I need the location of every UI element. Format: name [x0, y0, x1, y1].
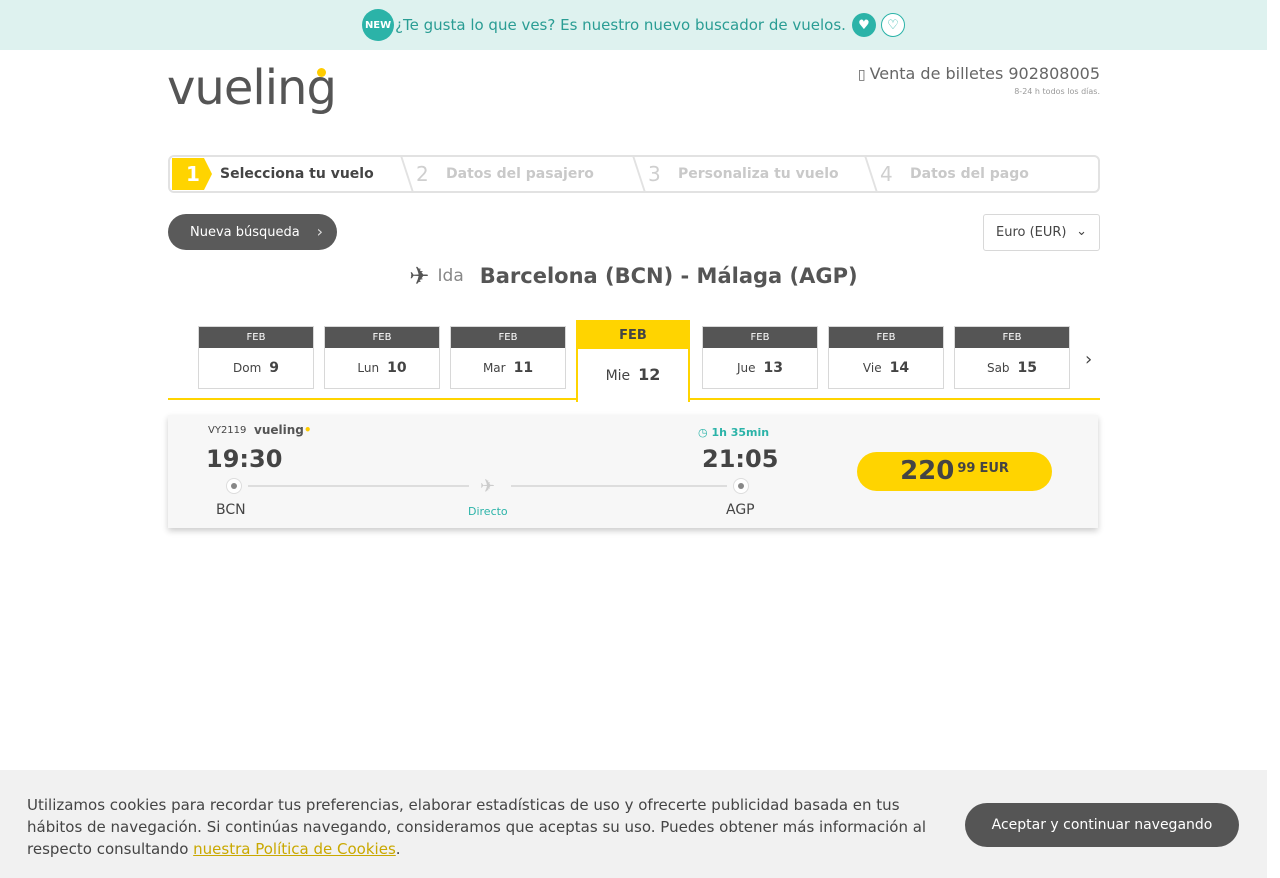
cookie-banner: Utilizamos cookies para recordar tus pre… [0, 770, 1267, 878]
plane-icon: ✈ [480, 476, 496, 497]
arrival-dot [733, 478, 749, 494]
step-1: 1 Selecciona tu vuelo [170, 157, 415, 191]
departure-dot [226, 478, 242, 494]
price-button[interactable]: 220 99 EUR [857, 452, 1052, 491]
step-2: 2 Datos del pasajero [402, 157, 647, 191]
direction-label: Ida [437, 266, 464, 286]
carrier-logo: vueling• [254, 423, 312, 437]
date-tab-selected[interactable]: FEB Mie 12 [576, 320, 690, 402]
flight-duration: ◷ 1h 35min [698, 426, 770, 439]
date-tab[interactable]: FEB Sab 15 [954, 326, 1070, 389]
route-text: Barcelona (BCN) - Málaga (AGP) [479, 264, 858, 288]
clock-icon: ◷ [698, 426, 712, 439]
chevron-right-icon: › [316, 222, 323, 241]
step-label: Datos del pago [910, 166, 1029, 182]
new-search-button[interactable]: Nueva búsqueda › [168, 214, 337, 250]
heart-icon[interactable]: ♥ [851, 13, 876, 37]
new-badge: NEW [362, 9, 395, 41]
date-tab[interactable]: FEB Lun 10 [324, 326, 440, 389]
date-tab[interactable]: FEB Mar 11 [450, 326, 566, 389]
departure-time: 19:30 [206, 445, 283, 473]
phone-hours: 8-24 h todos los días. [1014, 87, 1100, 96]
plane-icon: ✈ [409, 262, 430, 290]
departure-code: BCN [216, 502, 246, 518]
flight-code: VY2119 [208, 425, 247, 436]
chevron-down-icon: ⌄ [1076, 224, 1087, 239]
step-4: 4 Datos del pago [880, 162, 1029, 186]
date-tab[interactable]: FEB Jue 13 [702, 326, 818, 389]
booking-steps: 1 Selecciona tu vuelo 2 Datos del pasaje… [168, 155, 1100, 193]
step-3: 3 Personaliza tu vuelo [634, 157, 879, 191]
date-tab[interactable]: FEB Vie 14 [828, 326, 944, 389]
promo-banner: NEW ¿Te gusta lo que ves? Es nuestro nue… [0, 0, 1267, 50]
phone-icon: ▯ [857, 67, 866, 83]
vueling-logo[interactable]: vueling [167, 60, 337, 116]
step-label: Selecciona tu vuelo [220, 166, 374, 182]
phone-label: Venta de billetes 902808005 [869, 64, 1100, 83]
cookie-text: Utilizamos cookies para recordar tus pre… [27, 796, 927, 858]
step-label: Personaliza tu vuelo [678, 166, 839, 182]
cookie-policy-link[interactable]: nuestra Política de Cookies [193, 840, 396, 858]
arrival-time: 21:05 [702, 445, 779, 473]
route-title: ✈ Ida Barcelona (BCN) - Málaga (AGP) [0, 262, 1267, 290]
logo-dot [317, 68, 326, 77]
heart-broken-icon[interactable]: ♡ [880, 13, 905, 37]
flight-card[interactable]: VY2119 vueling• ◷ 1h 35min 19:30 21:05 ✈… [168, 415, 1098, 528]
currency-select[interactable]: Euro (EUR) ⌄ [983, 214, 1100, 251]
arrival-code: AGP [726, 502, 755, 518]
route-line [248, 485, 469, 487]
banner-text: ¿Te gusta lo que ves? Es nuestro nuevo b… [395, 16, 846, 34]
step-label: Datos del pasajero [446, 166, 594, 182]
stops-label: Directo [468, 505, 508, 518]
date-selector: FEB Dom 9 FEB Lun 10 FEB Mar 11 FEB Mie 12 F… [168, 320, 1100, 402]
route-line [511, 485, 727, 487]
phone-info: ▯ Venta de billetes 902808005 8-24 h todo… [858, 64, 1100, 96]
accept-cookies-button[interactable]: Aceptar y continuar navegando [965, 803, 1239, 847]
date-tab[interactable]: FEB Dom 9 [198, 326, 314, 389]
next-dates-arrow-icon[interactable]: › [1085, 349, 1092, 370]
